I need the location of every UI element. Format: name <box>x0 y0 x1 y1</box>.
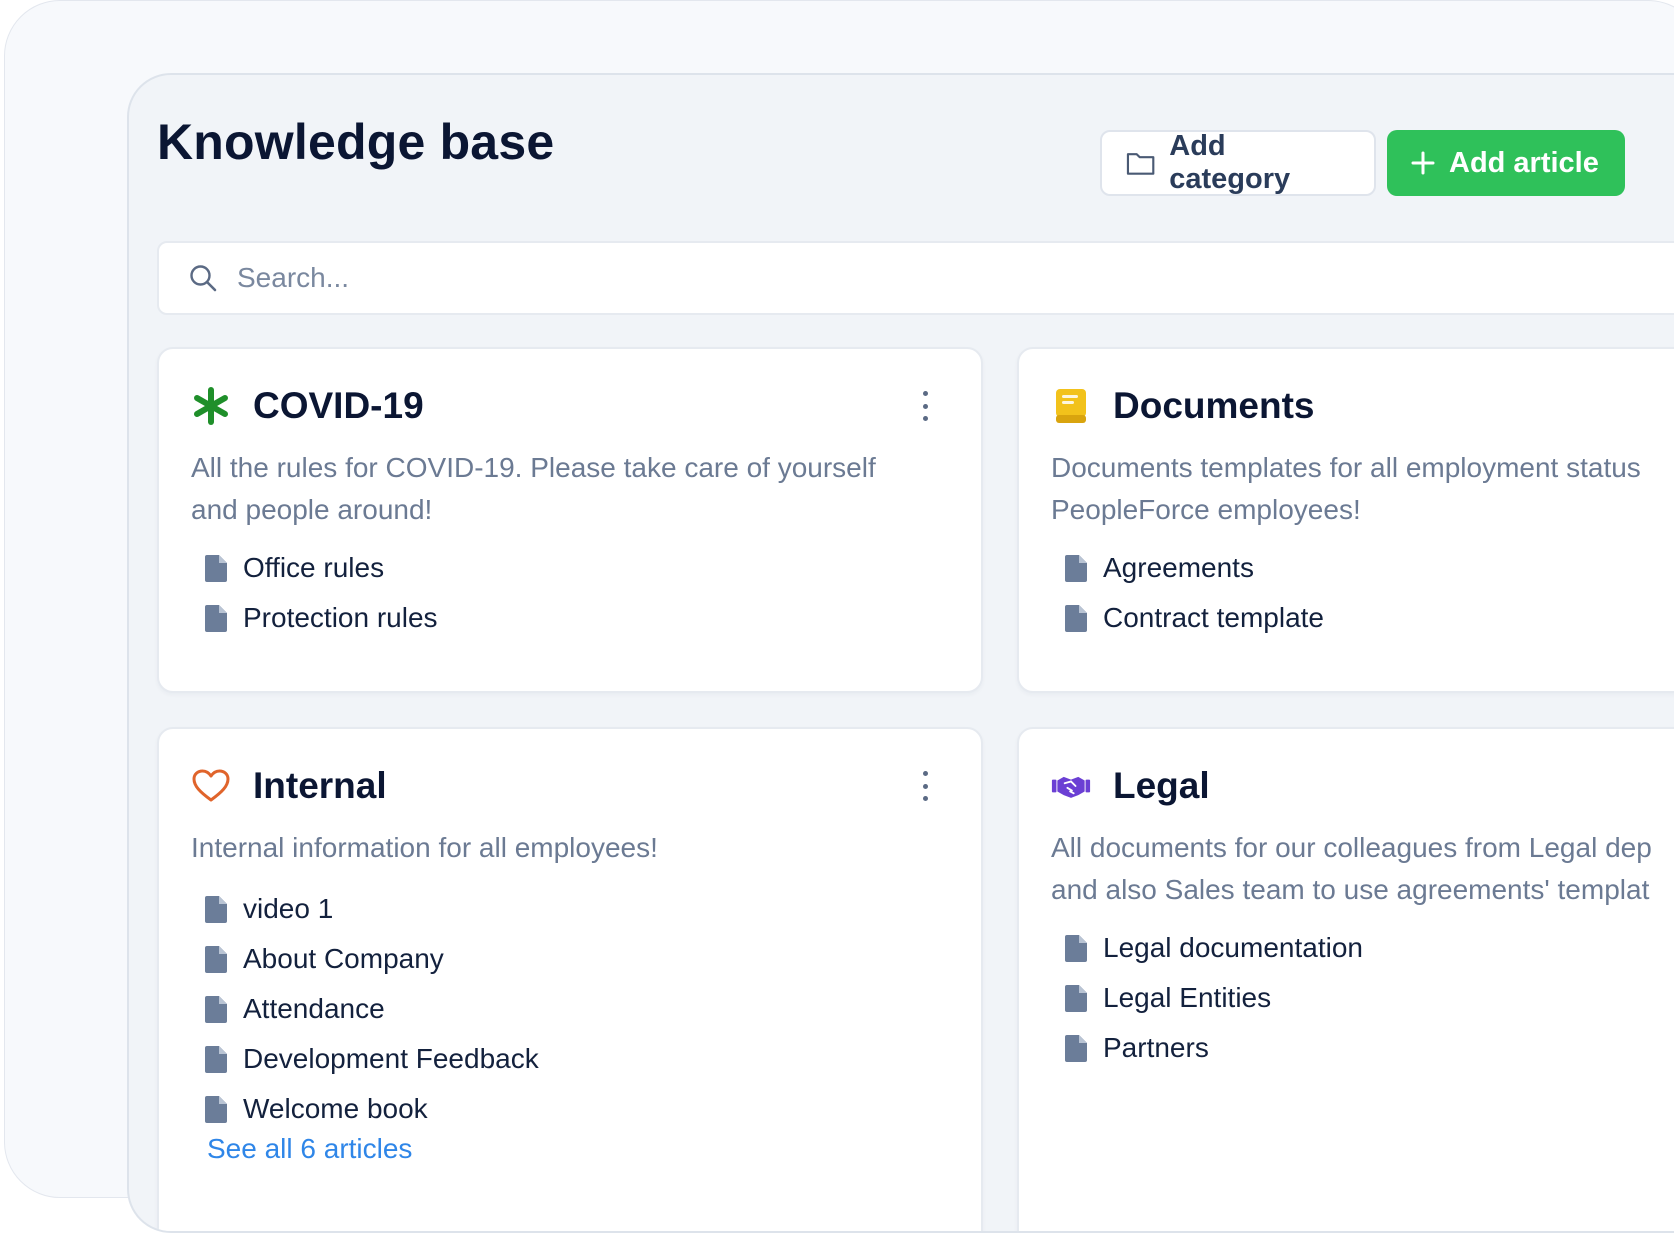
article-link[interactable]: Legal Entities <box>1065 973 1363 1023</box>
article-link[interactable]: Development Feedback <box>205 1034 539 1084</box>
document-icon <box>205 895 227 923</box>
article-list: Agreements Contract template <box>1065 543 1324 643</box>
card-description-line: PeopleForce employees! <box>1051 494 1361 525</box>
card-title: Documents <box>1113 385 1315 426</box>
article-list: video 1 About Company Attendance Develop… <box>205 884 539 1134</box>
card-header: Legal <box>1051 765 1210 807</box>
article-title: Partners <box>1103 1032 1209 1063</box>
document-icon <box>1065 1034 1087 1062</box>
document-icon <box>205 554 227 582</box>
document-icon <box>1065 604 1087 632</box>
handshake-icon <box>1051 766 1091 806</box>
category-card-documents[interactable]: Documents Documents templates for all em… <box>1017 347 1674 693</box>
article-title: Development Feedback <box>243 1043 539 1074</box>
card-title: Legal <box>1113 765 1210 806</box>
category-card-covid-19[interactable]: COVID-19 All the rules for COVID-19. Ple… <box>157 347 983 693</box>
search-input[interactable] <box>235 261 1139 295</box>
article-title: Attendance <box>243 993 385 1024</box>
card-description: Documents templates for all employment s… <box>1051 447 1674 531</box>
card-header: Internal <box>191 765 387 807</box>
card-header: Documents <box>1051 385 1314 427</box>
category-card-legal[interactable]: Legal All documents for our colleagues f… <box>1017 727 1674 1231</box>
document-icon <box>205 604 227 632</box>
article-link[interactable]: Agreements <box>1065 543 1324 593</box>
category-card-internal[interactable]: Internal Internal information for all em… <box>157 727 983 1231</box>
card-description-line: Documents templates for all employment s… <box>1051 452 1641 483</box>
more-options-icon[interactable] <box>915 771 935 801</box>
document-icon <box>205 1095 227 1123</box>
outer-frame: Knowledge base Add category Add article <box>4 0 1674 1233</box>
article-link[interactable]: Legal documentation <box>1065 923 1363 973</box>
card-header: COVID-19 <box>191 385 424 427</box>
folder-icon <box>1126 153 1155 175</box>
heart-icon <box>191 766 231 806</box>
article-title: Agreements <box>1103 552 1254 583</box>
article-list: Office rules Protection rules <box>205 543 438 643</box>
card-description-line: Internal information for all employees! <box>191 832 658 863</box>
card-description: All the rules for COVID-19. Please take … <box>191 447 951 531</box>
card-description-line: and people around! <box>191 494 433 525</box>
article-list: Legal documentation Legal Entities Partn… <box>1065 923 1363 1073</box>
page-title: Knowledge base <box>157 114 555 170</box>
document-icon <box>205 945 227 973</box>
card-description-line: All documents for our colleagues from Le… <box>1051 832 1652 863</box>
card-description: All documents for our colleagues from Le… <box>1051 827 1674 911</box>
search-icon <box>190 265 217 292</box>
card-description-line: All the rules for COVID-19. Please take … <box>191 452 876 483</box>
book-icon <box>1051 386 1091 426</box>
article-link[interactable]: Protection rules <box>205 593 438 643</box>
article-title: video 1 <box>243 893 334 924</box>
document-icon <box>205 995 227 1023</box>
document-icon <box>1065 984 1087 1012</box>
article-link[interactable]: Office rules <box>205 543 438 593</box>
article-title: Protection rules <box>243 602 438 633</box>
article-title: Legal Entities <box>1103 982 1272 1013</box>
search-bar[interactable] <box>157 241 1674 315</box>
knowledge-base-window: Knowledge base Add category Add article <box>127 73 1674 1233</box>
article-title: About Company <box>243 943 444 974</box>
article-link[interactable]: video 1 <box>205 884 539 934</box>
card-title: COVID-19 <box>253 385 424 426</box>
card-description: Internal information for all employees! <box>191 827 951 869</box>
article-title: Contract template <box>1103 602 1324 633</box>
article-link[interactable]: Partners <box>1065 1023 1363 1073</box>
document-icon <box>205 1045 227 1073</box>
article-link[interactable]: About Company <box>205 934 539 984</box>
document-icon <box>1065 934 1087 962</box>
article-link[interactable]: Attendance <box>205 984 539 1034</box>
asterisk-icon <box>191 386 231 426</box>
article-title: Legal documentation <box>1103 932 1363 963</box>
document-icon <box>1065 554 1087 582</box>
add-category-button[interactable]: Add category <box>1100 130 1376 196</box>
card-description-line: and also Sales team to use agreements' t… <box>1051 874 1650 905</box>
article-link[interactable]: Welcome book <box>205 1084 539 1134</box>
article-title: Office rules <box>243 552 385 583</box>
add-article-label: Add article <box>1449 146 1599 179</box>
plus-icon <box>1411 151 1435 175</box>
see-all-articles-link[interactable]: See all 6 articles <box>207 1133 412 1165</box>
card-title: Internal <box>253 765 387 806</box>
add-article-button[interactable]: Add article <box>1387 130 1625 196</box>
add-category-label: Add category <box>1169 130 1291 195</box>
article-title: Welcome book <box>243 1093 428 1124</box>
more-options-icon[interactable] <box>915 391 935 421</box>
article-link[interactable]: Contract template <box>1065 593 1324 643</box>
